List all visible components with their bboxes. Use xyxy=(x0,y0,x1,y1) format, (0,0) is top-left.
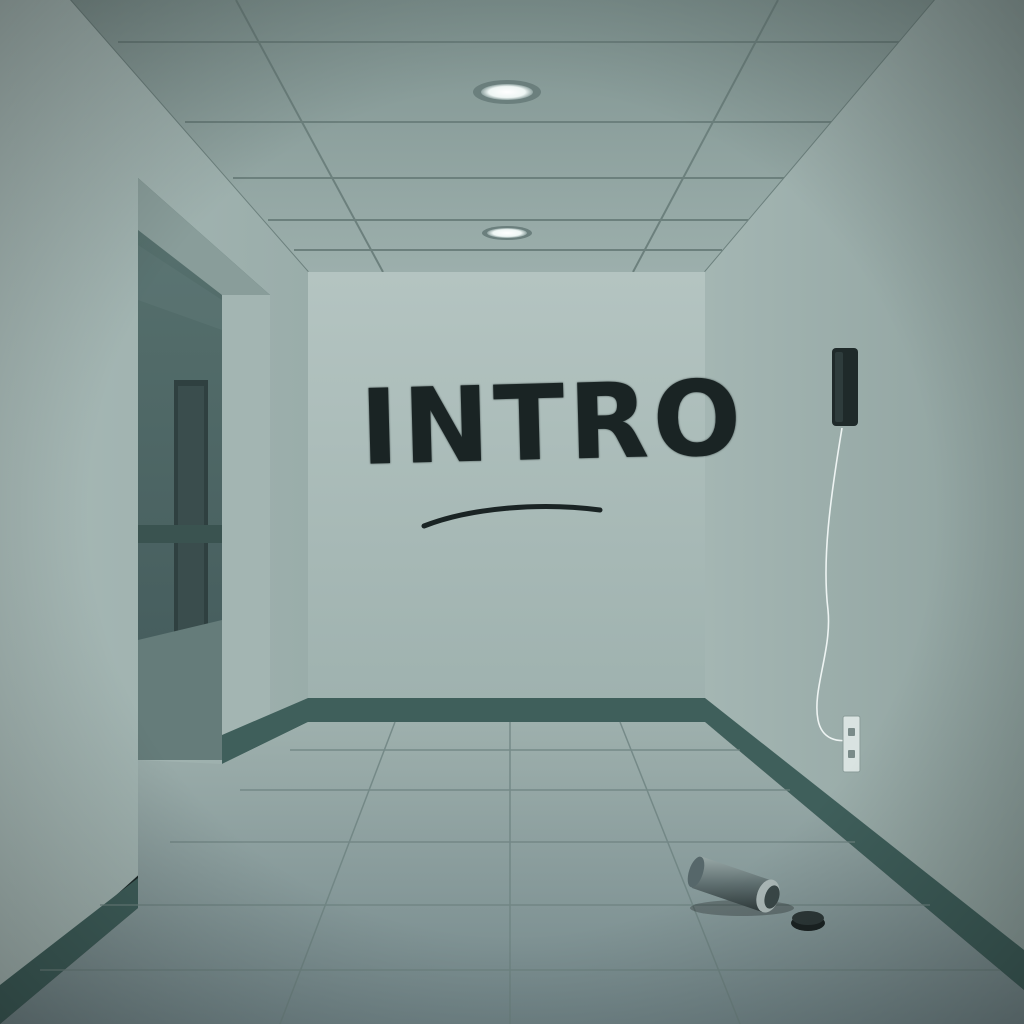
hallway-scene: INTRO xyxy=(0,0,1024,1024)
wall-graffiti-text: INTRO xyxy=(358,356,747,489)
hallway-room xyxy=(0,0,1024,1024)
